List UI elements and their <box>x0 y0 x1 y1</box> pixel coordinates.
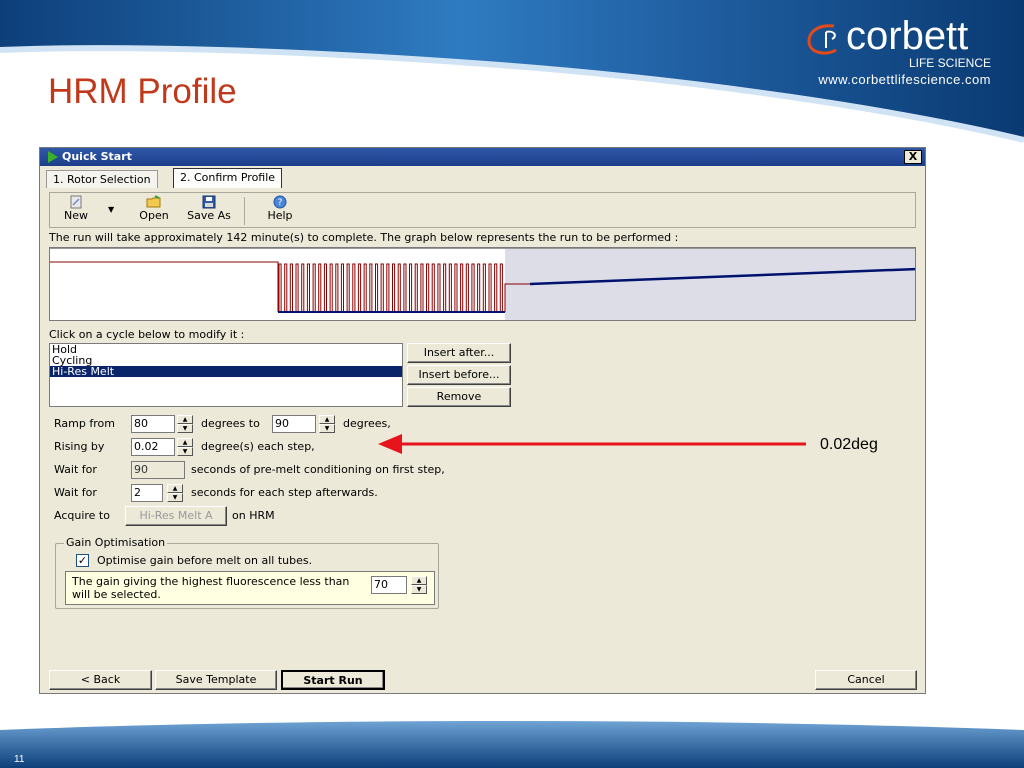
footer-buttons: < Back Save Template Start Run Cancel <box>40 666 925 690</box>
open-button[interactable]: Open <box>134 195 174 227</box>
ramp-to-input[interactable]: 90 <box>272 415 316 433</box>
cycle-list[interactable]: Hold Cycling Hi-Res Melt <box>49 343 403 407</box>
save-as-button[interactable]: Save As <box>184 195 234 227</box>
profile-plot <box>50 248 915 320</box>
new-document-icon <box>70 195 82 209</box>
cancel-button[interactable]: Cancel <box>815 670 917 690</box>
wait-for-label: Wait for <box>54 463 97 476</box>
hold-trace <box>50 261 279 312</box>
help-button[interactable]: ? Help <box>260 195 300 227</box>
new-label: New <box>64 209 88 222</box>
remove-button[interactable]: Remove <box>407 387 511 407</box>
toolbar: New ▼ Open Save As ? Help <box>49 192 916 228</box>
each-step-label: degree(s) each step, <box>201 440 315 453</box>
ramp-from-spinner[interactable]: ▲ ▼ <box>177 415 193 433</box>
run-duration-text: The run will take approximately 142 minu… <box>49 231 679 244</box>
ramp-from-label: Ramp from <box>54 417 115 430</box>
logo-subtitle: LIFE SCIENCE <box>908 56 991 70</box>
dialog-titlebar: Quick Start X <box>40 148 925 166</box>
quick-start-dialog: Quick Start X 1. Rotor Selection 2. Conf… <box>39 147 926 694</box>
step-wait-label: seconds for each step afterwards. <box>191 486 378 499</box>
page-number: 11 <box>14 754 25 765</box>
close-button[interactable]: X <box>904 150 922 164</box>
degrees-label: degrees, <box>343 417 391 430</box>
gain-threshold-input[interactable]: 70 <box>371 576 407 594</box>
premelt-label: seconds of pre-melt conditioning on firs… <box>191 463 445 476</box>
cycling-pulses <box>278 263 505 313</box>
annotation-arrow <box>378 434 806 454</box>
gain-threshold-note: The gain giving the highest fluorescence… <box>65 571 435 605</box>
dialog-title: Quick Start <box>62 150 132 163</box>
annotation-label: 0.02deg <box>820 436 878 453</box>
acquire-channel-button[interactable]: Hi-Res Melt A <box>125 506 227 526</box>
back-button[interactable]: < Back <box>49 670 152 690</box>
insert-before-button[interactable]: Insert before... <box>407 365 511 385</box>
help-icon: ? <box>273 195 287 209</box>
toolbar-separator <box>244 197 245 225</box>
footer-band <box>0 721 1024 768</box>
tab-confirm-profile[interactable]: 2. Confirm Profile <box>173 168 283 188</box>
cycling-trace <box>278 263 505 313</box>
on-hrm-label: on HRM <box>232 509 275 522</box>
open-folder-icon <box>146 195 161 208</box>
optimise-gain-checkbox[interactable]: ✓ <box>76 554 89 567</box>
ramp-to-spinner[interactable]: ▲ ▼ <box>319 415 335 433</box>
gain-optimisation-legend: Gain Optimisation <box>64 536 168 549</box>
acquire-to-label: Acquire to <box>54 509 110 522</box>
insert-after-button[interactable]: Insert after... <box>407 343 511 363</box>
rising-by-label: Rising by <box>54 440 105 453</box>
svg-text:?: ? <box>278 198 283 208</box>
melt-region-background <box>505 248 915 320</box>
save-template-button[interactable]: Save Template <box>155 670 277 690</box>
rising-by-input[interactable]: 0.02 <box>131 438 175 456</box>
logo-mark-icon <box>807 24 837 55</box>
start-run-button[interactable]: Start Run <box>281 670 385 690</box>
step-wait-input[interactable]: 2 <box>131 484 163 502</box>
tab-rotor-selection[interactable]: 1. Rotor Selection <box>46 170 158 188</box>
degrees-to-label: degrees to <box>201 417 260 430</box>
save-disk-icon <box>202 195 216 209</box>
cycle-item-hi-res-melt[interactable]: Hi-Res Melt <box>50 366 402 377</box>
play-icon <box>48 151 58 163</box>
logo-brand-text: corbett <box>846 14 969 58</box>
new-button[interactable]: New <box>56 195 96 227</box>
step-wait-spinner[interactable]: ▲ ▼ <box>167 484 183 502</box>
wait-for-step-label: Wait for <box>54 486 97 499</box>
ramp-from-input[interactable]: 80 <box>131 415 175 433</box>
open-label: Open <box>139 209 169 222</box>
gain-optimisation-group: Gain Optimisation ✓ Optimise gain before… <box>55 536 439 609</box>
help-label: Help <box>267 209 293 222</box>
chevron-down-icon[interactable]: ▼ <box>108 205 114 214</box>
cycle-instruction: Click on a cycle below to modify it : <box>49 328 245 341</box>
logo-url: www.corbettlifescience.com <box>818 72 991 87</box>
premelt-seconds-input[interactable]: 90 <box>131 461 185 479</box>
save-as-label: Save As <box>187 209 231 222</box>
gain-threshold-spinner[interactable]: ▲ ▼ <box>411 576 427 594</box>
rising-by-spinner[interactable]: ▲ ▼ <box>177 438 193 456</box>
run-profile-graph <box>49 247 916 321</box>
optimise-gain-label: Optimise gain before melt on all tubes. <box>97 554 313 567</box>
slide-title: HRM Profile <box>48 72 237 111</box>
company-logo: corbett LIFE SCIENCE www.corbettlifescie… <box>776 14 996 94</box>
cycle-item-hold[interactable]: Hold <box>50 344 402 355</box>
